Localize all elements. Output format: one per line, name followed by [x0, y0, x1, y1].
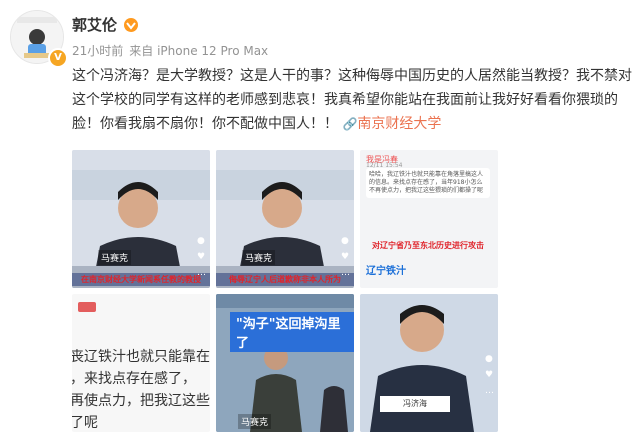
avatar-icon: ● [341, 236, 349, 246]
member-badge-icon [124, 17, 139, 32]
post-image-4[interactable]: 丧辽铁汁也就只能靠在 ，来找点存在感了， 再使点力，把我辽这些 了呢 [72, 294, 210, 432]
username-row: 郭艾伦 [72, 14, 139, 35]
post-image-6[interactable]: 冯济海 ● ♥ … [360, 294, 498, 432]
heart-icon: ♥ [485, 370, 494, 380]
post-time[interactable]: 21小时前 [72, 42, 123, 59]
post-meta: 21小时前 来自 iPhone 12 Pro Max [72, 42, 268, 59]
post-text: 这个冯济海？是大学教授？这是人干的事？这种侮辱中国历史的人居然能当教授？我不禁对… [72, 64, 632, 136]
tag-icon [78, 302, 96, 312]
image-caption: 在南京财经大学新闻系任教的教授 [72, 273, 210, 286]
verified-v-icon: V [48, 48, 68, 68]
username[interactable]: 郭艾伦 [72, 14, 117, 35]
name-board: 冯济海 [380, 396, 450, 412]
image-name-tag: 马赛克 [242, 250, 276, 265]
image-caption: 侮辱辽宁人后道歉称非本人所为 [216, 273, 354, 286]
video-side-icons: ● ♥ … [485, 354, 494, 396]
comment-icon: … [197, 268, 206, 278]
video-title: "沟子"这回掉沟里了 [230, 312, 354, 352]
post-source: 来自 iPhone 12 Pro Max [129, 44, 269, 58]
heart-icon: ♥ [341, 252, 350, 262]
image-name-tag: 马赛克 [238, 414, 272, 429]
post-text-tail: 脸！你看我扇不扇你！你不配做中国人！！ [72, 116, 338, 132]
post-image-5[interactable]: "沟子"这回掉沟里了 马赛克 [216, 294, 354, 432]
chat-highlight: 辽宁铁汁 [366, 266, 406, 277]
post-image-3[interactable]: 我是冯春 12/11 15:54 哈哈，我辽铁汁也就只能靠在角落里搞这人的信息。… [360, 150, 498, 288]
topic-link[interactable]: 南京财经大学 [357, 116, 441, 132]
zoomed-text: 丧辽铁汁也就只能靠在 ，来找点存在感了， 再使点力，把我辽这些 了呢 [72, 349, 210, 431]
video-side-icons: ● ♥ … [197, 236, 206, 278]
post-image-2[interactable]: 马赛克 侮辱辽宁人后道歉称非本人所为 ● ♥ … [216, 150, 354, 288]
chat-message: 哈哈，我辽铁汁也就只能靠在角落里搞这人的信息。来找点存在感了，当年918小怎么不… [366, 168, 490, 198]
link-icon: 🔗 [342, 117, 358, 131]
image-name-tag: 马赛克 [98, 250, 132, 265]
post-text-main: 这个冯济海？是大学教授？这是人干的事？这种侮辱中国历史的人居然能当教授？我不禁对… [72, 68, 632, 108]
post-image-1[interactable]: 马赛克 在南京财经大学新闻系任教的教授 ● ♥ … [72, 150, 210, 288]
image-caption: 对辽宁省乃至东北历史进行攻击 [372, 241, 484, 250]
weibo-post: V 郭艾伦 21小时前 来自 iPhone 12 Pro Max 这个冯济海？是… [0, 0, 641, 445]
comment-icon: … [341, 268, 350, 278]
comment-icon: … [485, 386, 494, 396]
heart-icon: ♥ [197, 252, 206, 262]
video-side-icons: ● ♥ … [341, 236, 350, 278]
avatar-icon: ● [485, 354, 493, 364]
avatar-icon: ● [197, 236, 205, 246]
